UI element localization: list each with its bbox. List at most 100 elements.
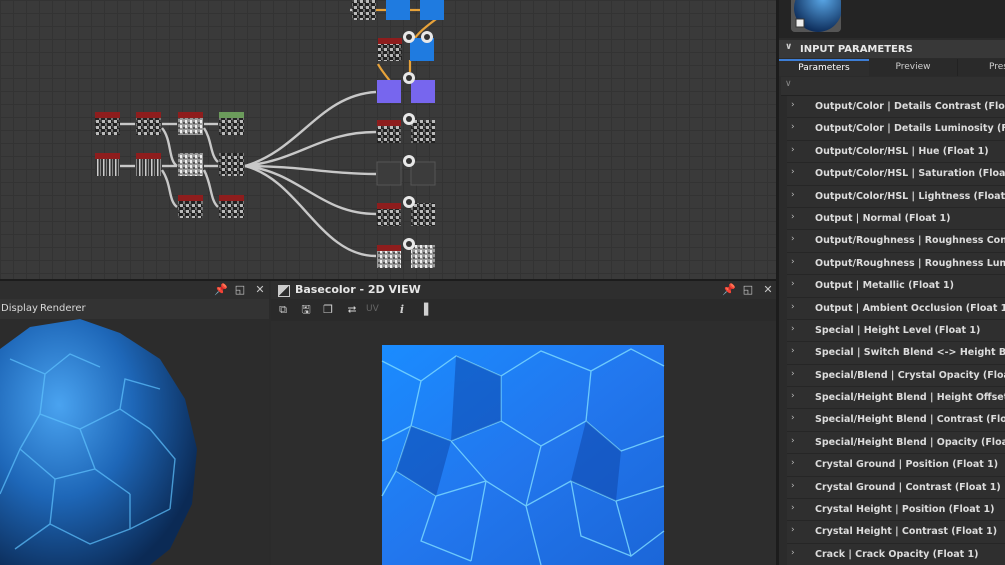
parameter-row[interactable]: › Output | Normal (Float 1) [787,207,1005,231]
chevron-right-icon[interactable]: › [791,346,795,356]
fit-view-icon[interactable]: ⧉ [276,303,290,317]
basecolor-texture [381,345,665,565]
2d-view-icon [278,285,290,297]
parameter-row[interactable]: › Special/Height Blend | Contrast (Float … [787,409,1005,432]
chevron-right-icon[interactable]: › [791,190,795,200]
2d-canvas[interactable] [271,321,776,565]
parameter-row[interactable]: › Output/Roughness | Roughness Contrast ( [787,230,1005,253]
2d-view-titlebar: Basecolor - 2D VIEW 📌 ◱ ✕ [271,281,776,299]
material-thumbnail[interactable] [791,0,841,32]
3d-viewport[interactable] [0,319,269,565]
parameter-label: Output/Color/HSL | Saturation (Float 1) [815,168,1005,180]
3d-view-titlebar: 📌 ◱ ✕ [0,281,269,299]
3d-view-menubar: Display Renderer [0,299,269,319]
parameter-row[interactable]: › Special/Blend | Crystal Opacity (Float … [787,364,1005,388]
material-thumbnail-area [779,0,1005,38]
chevron-right-icon[interactable]: › [791,212,795,222]
parameter-label: Special | Height Level (Float 1) [815,324,981,336]
chevron-right-icon[interactable]: › [791,525,795,535]
parameter-row[interactable]: › Special | Height Level (Float 1) [787,319,1005,343]
float-window-icon[interactable]: ◱ [234,284,246,296]
3d-view-panel: 📌 ◱ ✕ Display Renderer [0,281,269,565]
parameter-label: Output/Roughness | Roughness Contrast ( [815,235,1005,247]
parameter-row[interactable]: › Special/Height Blend | Opacity (Float 1… [787,431,1005,455]
chevron-right-icon[interactable]: › [791,548,795,558]
parameter-row[interactable]: › Crystal Height | Position (Float 1) [787,499,1005,522]
parameter-label: Special/Blend | Crystal Opacity (Float 1… [815,369,1005,381]
histogram-icon[interactable]: ▐ [417,303,431,317]
2d-view-title: Basecolor - 2D VIEW [295,283,421,296]
node-graph[interactable] [0,0,776,279]
node-chain-top[interactable] [352,0,444,61]
parameter-label: Crystal Height | Position (Float 1) [815,504,995,516]
parameter-row[interactable]: › Special/Height Blend | Height Offset (F… [787,387,1005,410]
chevron-right-icon[interactable]: › [791,122,795,132]
chevron-right-icon[interactable]: › [791,369,795,379]
parameter-label: Crystal Ground | Position (Float 1) [815,459,999,471]
chevron-right-icon[interactable]: › [791,234,795,244]
parameter-label: Output/Color/HSL | Hue (Float 1) [815,145,989,157]
parameters-panel: ∨ INPUT PARAMETERS Parameters Preview Pr… [779,0,1005,565]
parameter-row[interactable]: › Output/Color/HSL | Hue (Float 1) [787,140,1005,164]
float-window-icon[interactable]: ◱ [742,284,754,296]
parameter-row[interactable]: › Output/Color/HSL | Lightness (Float 1) [787,185,1005,208]
parameter-label: Output | Metallic (Float 1) [815,280,954,292]
parameter-label: Special/Height Blend | Contrast (Float 1… [815,414,1005,426]
chevron-right-icon[interactable]: › [791,100,795,110]
menu-renderer[interactable]: Renderer [40,303,86,314]
share-icon[interactable]: ⮂ [345,303,359,317]
tab-parameters[interactable]: Parameters [779,59,869,76]
node-row-2[interactable] [95,153,244,176]
parameter-row[interactable]: › Crystal Ground | Position (Float 1) [787,454,1005,477]
parameter-row[interactable]: › Output/Color/HSL | Saturation (Float 1) [787,163,1005,186]
chevron-right-icon[interactable]: › [791,413,795,423]
output-nodes[interactable] [376,72,436,268]
chevron-right-icon[interactable]: › [791,167,795,177]
pin-icon[interactable]: 📌 [722,284,736,296]
chevron-right-icon[interactable]: › [791,391,795,401]
input-parameters-header[interactable]: ∨ INPUT PARAMETERS [779,40,1005,58]
menu-display[interactable]: Display [1,303,38,314]
tab-presets[interactable]: Pres [958,59,1005,76]
parameter-row[interactable]: › Output/Color | Details Contrast (Float … [787,96,1005,119]
save-icon[interactable]: 🖫 [299,303,313,317]
uv-dropdown[interactable]: UV [366,304,379,314]
chevron-right-icon[interactable]: › [791,481,795,491]
chevron-right-icon[interactable]: › [791,145,795,155]
node-graph-canvas[interactable] [0,0,776,279]
chevron-right-icon[interactable]: › [791,324,795,334]
parameter-label: Output/Color | Details Luminosity (Float… [815,123,1005,135]
parameter-row[interactable]: › Crystal Ground | Contrast (Float 1) [787,476,1005,500]
node-row-3[interactable] [178,195,244,218]
parameter-label: Output/Roughness | Roughness Luminosit [815,257,1005,269]
chevron-right-icon[interactable]: › [791,302,795,312]
2d-view-toolbar: ⧉ 🖫 ❐ ⮂ UV i ▐ [271,299,776,321]
close-icon[interactable]: ✕ [254,284,266,296]
parameter-row[interactable]: › Output | Ambient Occlusion (Float 1) [787,297,1005,320]
chevron-right-icon[interactable]: › [791,257,795,267]
parameter-row[interactable]: › Crystal Height | Contrast (Float 1) [787,521,1005,544]
chevron-right-icon[interactable]: › [791,503,795,513]
tab-preview[interactable]: Preview [869,59,957,76]
params-filter-row[interactable]: ∨ [781,77,1005,96]
chevron-right-icon[interactable]: › [791,436,795,446]
parameter-row[interactable]: › Output/Color | Details Luminosity (Floa… [787,118,1005,141]
2d-view-panel: Basecolor - 2D VIEW 📌 ◱ ✕ ⧉ 🖫 ❐ ⮂ UV i ▐ [271,281,776,565]
chevron-right-icon[interactable]: › [791,458,795,468]
chevron-down-icon: ∨ [785,42,793,52]
chevron-down-icon: ∨ [785,79,792,89]
parameter-label: Output/Color/HSL | Lightness (Float 1) [815,190,1005,202]
copy-icon[interactable]: ❐ [321,303,335,317]
parameter-label: Special | Switch Blend <-> Height Blend … [815,347,1005,359]
parameter-row[interactable]: › Output | Metallic (Float 1) [787,275,1005,298]
crystal-sphere-preview [0,319,197,565]
pin-icon[interactable]: 📌 [214,284,228,296]
parameter-row[interactable]: › Output/Roughness | Roughness Luminosit [787,252,1005,276]
parameter-row[interactable]: › Special | Switch Blend <-> Height Blend… [787,342,1005,365]
parameter-label: Crystal Ground | Contrast (Float 1) [815,481,1001,493]
chevron-right-icon[interactable]: › [791,279,795,289]
info-icon[interactable]: i [395,303,409,317]
parameter-list: › Output/Color | Details Contrast (Float … [787,96,1005,565]
close-icon[interactable]: ✕ [762,284,774,296]
parameter-row[interactable]: › Crack | Crack Opacity (Float 1) [787,543,1005,565]
